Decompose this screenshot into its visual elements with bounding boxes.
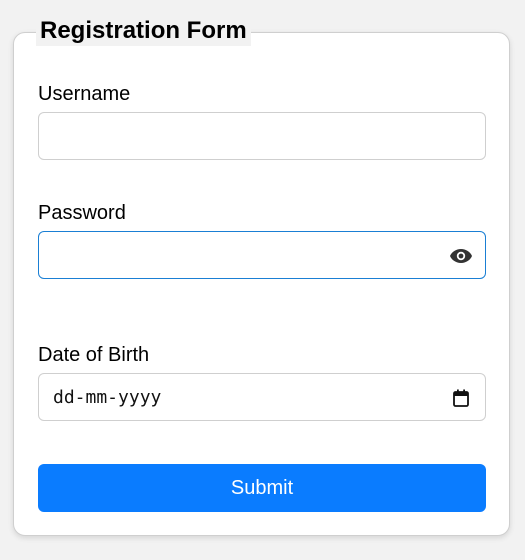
dob-input[interactable]: dd-mm-yyyy [38, 373, 486, 421]
username-input[interactable] [38, 112, 486, 160]
username-label: Username [38, 83, 131, 105]
registration-form-card [13, 32, 510, 536]
submit-button[interactable]: Submit [38, 464, 486, 512]
dob-label: Date of Birth [38, 344, 150, 366]
password-input[interactable] [38, 231, 486, 279]
password-label: Password [38, 202, 126, 224]
form-title: Registration Form [36, 16, 251, 46]
dob-placeholder: dd-mm-yyyy [53, 387, 162, 408]
calendar-icon[interactable] [453, 389, 469, 407]
eye-icon[interactable] [449, 244, 473, 268]
